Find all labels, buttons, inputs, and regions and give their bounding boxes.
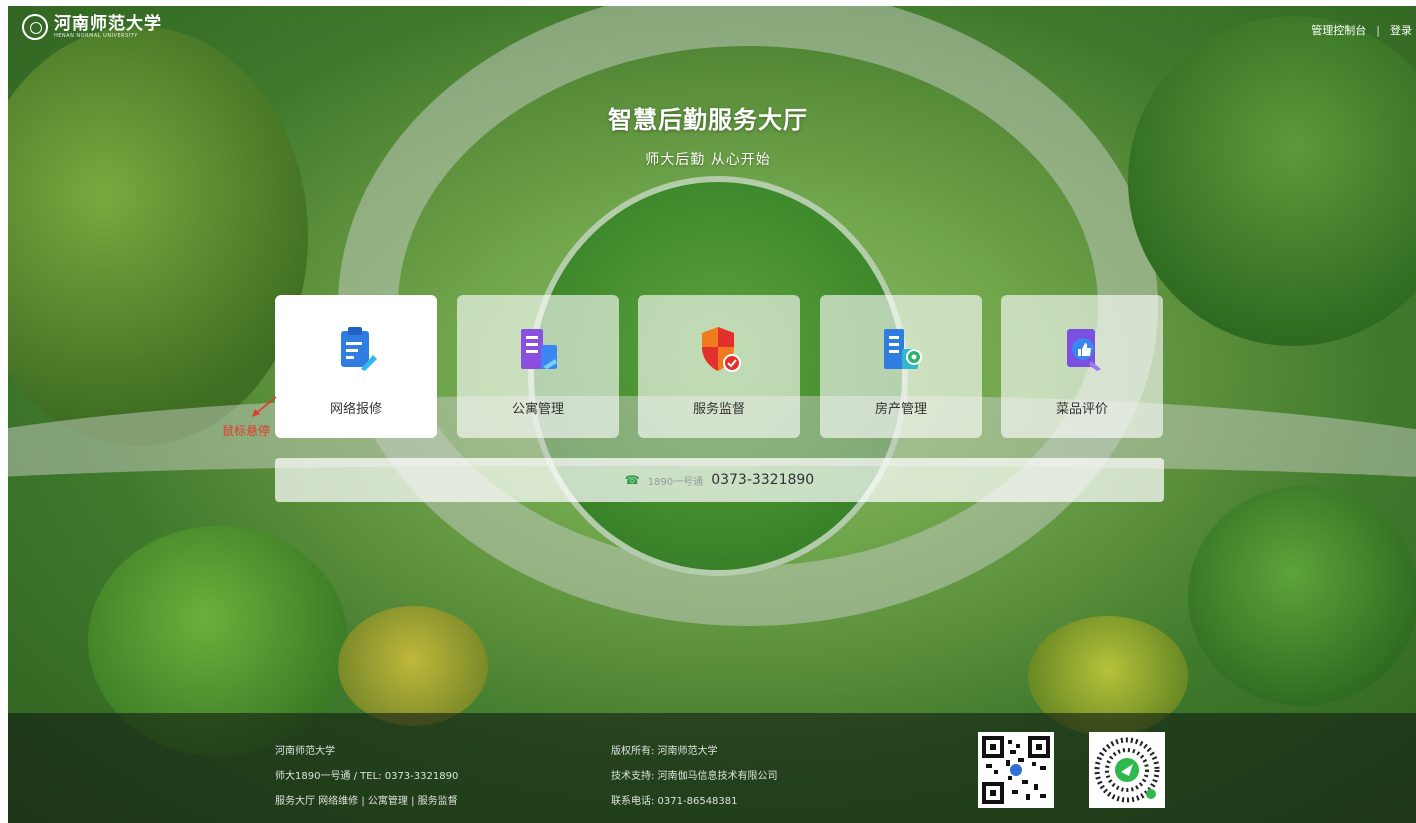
service-label: 服务监督 [692,402,745,417]
service-label: 公寓管理 [511,402,564,417]
service-card-network-repair[interactable]: 网络报修 [275,295,437,438]
service-card-apartment[interactable]: 公寓管理 [457,295,619,438]
footer-copyright: 版权所有: 河南师范大学 [611,746,718,757]
page-title: 智慧后勤服务大厅 [608,106,808,134]
service-card-property[interactable]: 房产管理 [820,295,982,438]
footer-links[interactable]: 服务大厅 网络维修 | 公寓管理 | 服务监督 [275,789,458,814]
footer-tech-support: 技术支持: 河南伽马信息技术有限公司 [611,771,778,782]
apartment-building-icon [521,329,557,369]
footer-contact-column: 河南师范大学 师大1890一号通 / TEL: 0373-3321890 服务大… [275,739,458,814]
building-gear-icon [884,329,922,369]
page: 河南师范大学 HENAN NORMAL UNIVERSITY 管理控制台 | 登… [0,0,1416,823]
arrow-icon [252,396,277,417]
service-card-supervision[interactable]: 服务监督 [638,295,800,438]
admin-console-link[interactable]: 管理控制台 [1311,22,1366,38]
footer-info-column: 版权所有: 河南师范大学 技术支持: 河南伽马信息技术有限公司 联系电话: 03… [611,739,778,814]
hotline-number: 0373-3321890 [711,472,815,488]
qrcode-icon [978,732,1054,808]
service-label: 网络报修 [329,402,382,417]
service-label: 房产管理 [874,402,927,417]
phone-icon: ☎ [624,473,640,487]
logo-text: 河南师范大学 [54,13,162,34]
service-card-dish-review[interactable]: 菜品评价 [1001,295,1163,438]
service-label: 菜品评价 [1055,402,1108,417]
shield-check-icon [702,327,741,372]
page-subtitle: 师大后勤 从心开始 [645,152,771,168]
footer-hotline: 师大1890一号通 / TEL: 0373-3321890 [275,771,459,782]
university-seal-icon [22,14,48,40]
clipboard-repair-icon [341,327,377,371]
footer: 河南师范大学 师大1890一号通 / TEL: 0373-3321890 服务大… [8,713,1416,823]
logo-english: HENAN NORMAL UNIVERSITY [54,32,138,39]
nav-separator: | [1376,23,1380,37]
login-link[interactable]: 登录 [1390,22,1412,38]
thumbs-up-document-icon [1067,329,1101,371]
mini-program-code-icon [1089,732,1165,808]
university-logo[interactable]: 河南师范大学 HENAN NORMAL UNIVERSITY [22,14,162,40]
hover-annotation: 鼠标悬停 [222,424,271,438]
top-nav: 管理控制台 | 登录 [1311,22,1412,38]
footer-phone: 联系电话: 0371-86548381 [611,796,738,807]
hotline-bar[interactable]: ☎ 1890一号通 0373-3321890 [275,458,1164,502]
hotline-label: 1890一号通 [647,476,704,488]
footer-university: 河南师范大学 [275,746,335,757]
